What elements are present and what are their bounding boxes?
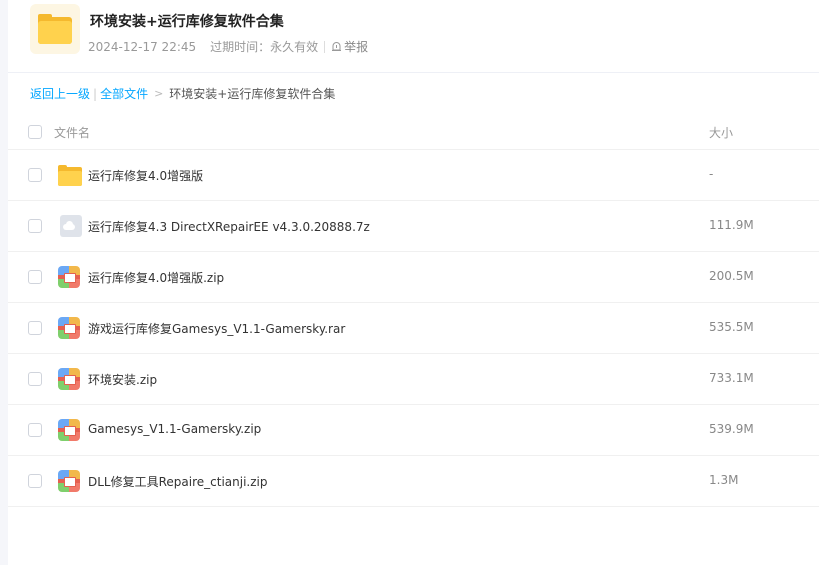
zip-icon [58, 317, 80, 339]
report-icon [332, 42, 342, 51]
file-size: - [709, 167, 714, 181]
row-checkbox[interactable] [28, 423, 42, 437]
file-name[interactable]: 运行库修复4.0增强版 [88, 167, 203, 184]
breadcrumb-current: 环境安装+运行库修复软件合集 [169, 87, 336, 101]
divider [324, 40, 326, 53]
share-date: 2024-12-17 22:45 [88, 39, 197, 54]
file-list-header: 文件名 大小 [8, 114, 819, 150]
select-all-checkbox[interactable] [28, 125, 42, 139]
zip-icon [58, 470, 80, 492]
row-checkbox[interactable] [28, 474, 42, 488]
file-row[interactable]: DLL修复工具Repaire_ctianji.zip 1.3M [8, 456, 819, 507]
share-panel: 环境安装+运行库修复软件合集 2024-12-17 22:45 过期时间：永久有… [8, 0, 819, 565]
file-name[interactable]: DLL修复工具Repaire_ctianji.zip [88, 473, 267, 490]
cloud-file-icon [60, 215, 82, 237]
report-button[interactable]: 举报 [331, 38, 368, 55]
file-size: 539.9M [709, 422, 754, 436]
column-name[interactable]: 文件名 [54, 124, 90, 141]
zip-icon [58, 419, 80, 441]
row-checkbox[interactable] [28, 321, 42, 335]
folder-icon [30, 4, 80, 54]
row-checkbox[interactable] [28, 219, 42, 233]
breadcrumb-separator: | [93, 86, 98, 101]
file-row[interactable]: 运行库修复4.0增强版 - [8, 150, 819, 201]
file-size: 733.1M [709, 371, 754, 385]
zip-icon [58, 368, 80, 390]
back-link[interactable]: 返回上一级 [30, 85, 90, 102]
file-size: 535.5M [709, 320, 754, 334]
file-row[interactable]: 运行库修复4.0增强版.zip 200.5M [8, 252, 819, 303]
file-row[interactable]: 环境安装.zip 733.1M [8, 354, 819, 405]
file-size: 111.9M [709, 218, 754, 232]
file-name[interactable]: Gamesys_V1.1-Gamersky.zip [88, 422, 261, 436]
row-checkbox[interactable] [28, 372, 42, 386]
file-row[interactable]: 游戏运行库修复Gamesys_V1.1-Gamersky.rar 535.5M [8, 303, 819, 354]
breadcrumb: 返回上一级 | 全部文件 > 环境安装+运行库修复软件合集 [30, 85, 335, 102]
all-files-link[interactable]: 全部文件 [100, 85, 148, 102]
column-size[interactable]: 大小 [709, 124, 733, 141]
expire-text: 过期时间：永久有效 [210, 40, 319, 54]
file-name[interactable]: 运行库修复4.3 DirectXRepairEE v4.3.0.20888.7z [88, 218, 370, 235]
row-checkbox[interactable] [28, 270, 42, 284]
zip-icon [58, 266, 80, 288]
file-row[interactable]: 运行库修复4.3 DirectXRepairEE v4.3.0.20888.7z… [8, 201, 819, 252]
file-name[interactable]: 运行库修复4.0增强版.zip [88, 269, 224, 286]
file-row[interactable]: Gamesys_V1.1-Gamersky.zip 539.9M [8, 405, 819, 456]
breadcrumb-arrow-icon: > [154, 87, 164, 100]
folder-icon [58, 164, 82, 186]
file-name[interactable]: 游戏运行库修复Gamesys_V1.1-Gamersky.rar [88, 320, 345, 337]
page-title: 环境安装+运行库修复软件合集 [90, 14, 284, 30]
file-size: 1.3M [709, 473, 739, 487]
row-checkbox[interactable] [28, 168, 42, 182]
share-meta: 2024-12-17 22:45 过期时间：永久有效 举报 [88, 38, 368, 55]
report-label: 举报 [344, 40, 369, 54]
file-name[interactable]: 环境安装.zip [88, 371, 157, 388]
file-size: 200.5M [709, 269, 754, 283]
share-header: 环境安装+运行库修复软件合集 2024-12-17 22:45 过期时间：永久有… [8, 0, 819, 73]
